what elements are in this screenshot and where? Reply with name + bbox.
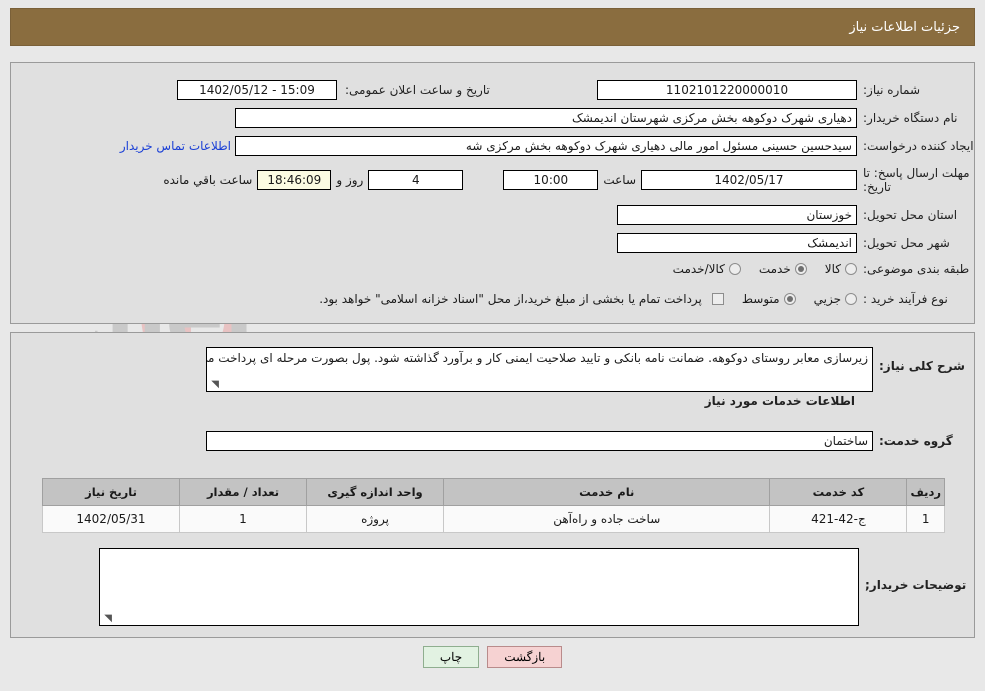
requester-field[interactable]: سیدحسین حسینی مسئول امور مالی دهیاری شهر… <box>235 136 857 156</box>
announce-datetime-label: تاریخ و ساعت اعلان عمومی: <box>345 83 490 97</box>
deadline-time-field[interactable]: 10:00 <box>503 170 599 190</box>
need-number-field[interactable]: 1102101220000010 <box>597 80 857 100</box>
need-number-row: شماره نیاز: 1102101220000010 تاریخ و ساع… <box>100 80 975 100</box>
page-title: جزئیات اطلاعات نیاز <box>849 19 960 35</box>
cell-service-code: ج-42-421 <box>769 505 908 533</box>
deadline-row: مهلت ارسال پاسخ: تا تاریخ: 1402/05/17 سا… <box>133 166 975 194</box>
services-section-caption: اطلاعات خدمات مورد نیاز <box>704 394 855 408</box>
page-header-bar: جزئیات اطلاعات نیاز <box>10 8 975 46</box>
general-description-textarea[interactable]: زیرسازی معابر روستای دوکوهه. ضمانت نامه … <box>206 347 873 392</box>
radio-icon-khedmat[interactable] <box>794 263 807 275</box>
classification-option-kala-khedmat-label: کالا/خدمت <box>672 262 725 276</box>
print-button[interactable]: چاپ <box>422 646 480 668</box>
classification-row: طبقه بندی موضوعی: کالا خدمت کالا/خدمت <box>540 262 975 276</box>
treasury-bonds-note: پرداخت تمام یا بخشی از مبلغ خرید،از محل … <box>319 292 702 306</box>
process-type-option-motavasset-label: متوسط <box>741 292 780 306</box>
services-table: ردیف کد خدمت نام خدمت واحد اندازه گیری ت… <box>42 478 945 533</box>
radio-icon-kala[interactable] <box>845 263 857 275</box>
general-description-label: شرح کلی نیاز: <box>879 359 965 373</box>
classification-option-khedmat-label: خدمت <box>758 262 791 276</box>
remaining-suffix-label: ساعت باقي مانده <box>163 173 253 187</box>
deadline-label-line1: مهلت ارسال پاسخ: تا <box>863 166 970 180</box>
resize-grip-icon[interactable]: ◥ <box>209 380 219 390</box>
radio-icon-kala-khedmat[interactable] <box>728 263 741 275</box>
footer-button-bar: بازگشت چاپ <box>0 646 985 668</box>
table-row[interactable]: 1 ج-42-421 ساخت جاده و راه‌آهن پروژه 1 1… <box>42 505 945 533</box>
classification-option-kala-label: کالا <box>824 262 841 276</box>
remaining-days-field[interactable]: 4 <box>368 170 464 190</box>
buyer-contact-link[interactable]: اطلاعات تماس خریدار <box>116 139 235 153</box>
col-unit: واحد اندازه گیری <box>306 478 444 506</box>
city-label: شهر محل تحویل: <box>863 236 950 250</box>
process-type-option-jozi[interactable]: جزیي <box>814 292 857 306</box>
cell-unit: پروژه <box>306 505 444 533</box>
process-type-radio-group: جزیي متوسط <box>724 292 857 306</box>
process-type-row: نوع فرآیند خرید : جزیي متوسط پرداخت تمام… <box>116 292 975 306</box>
general-description-value: زیرسازی معابر روستای دوکوهه. ضمانت نامه … <box>206 351 868 365</box>
col-need-date: تاریخ نیاز <box>42 478 180 506</box>
announce-datetime-field[interactable]: 15:09 - 1402/05/12 <box>177 80 337 100</box>
service-group-row: گروه خدمت: ساختمان <box>178 431 975 451</box>
treasury-bonds-checkbox[interactable] <box>711 293 724 305</box>
deadline-label: مهلت ارسال پاسخ: تا تاریخ: <box>857 166 975 194</box>
classification-option-kala[interactable]: کالا <box>825 262 857 276</box>
province-label: استان محل تحویل: <box>863 208 958 222</box>
classification-option-khedmat[interactable]: خدمت <box>759 262 807 276</box>
cell-quantity: 1 <box>179 505 307 533</box>
buyer-notes-textarea[interactable]: ◥ <box>99 548 859 626</box>
city-field[interactable]: اندیمشک <box>617 233 857 253</box>
col-quantity: تعداد / مقدار <box>179 478 307 506</box>
buyer-notes-row: توضیحات خریدار; ◥ <box>42 548 975 626</box>
city-row: شهر محل تحویل: اندیمشک <box>615 233 975 253</box>
buyer-org-field[interactable]: دهیاری شهرک دوکوهه بخش مرکزی شهرستان اند… <box>235 108 857 128</box>
back-button[interactable]: بازگشت <box>487 646 563 668</box>
process-type-option-motavasset[interactable]: متوسط <box>742 292 796 306</box>
radio-icon-motavasset[interactable] <box>783 293 796 305</box>
cell-need-date: 1402/05/31 <box>42 505 180 533</box>
radio-icon-jozi[interactable] <box>845 293 857 305</box>
remaining-days-word: روز و <box>336 173 364 187</box>
process-type-option-jozi-label: جزیي <box>813 292 841 306</box>
table-header-row: ردیف کد خدمت نام خدمت واحد اندازه گیری ت… <box>42 478 945 506</box>
col-service-code: کد خدمت <box>769 478 908 506</box>
buyer-org-row: نام دستگاه خریدار: دهیاری شهرک دوکوهه بخ… <box>232 108 975 128</box>
service-group-label: گروه خدمت: <box>879 434 953 448</box>
process-type-label: نوع فرآیند خرید : <box>863 292 948 306</box>
classification-option-kala-khedmat[interactable]: کالا/خدمت <box>673 262 741 276</box>
classification-radio-group: کالا خدمت کالا/خدمت <box>655 262 857 276</box>
province-row: استان محل تحویل: خوزستان <box>615 205 975 225</box>
remaining-clock-field: 18:46:09 <box>257 170 332 190</box>
col-service-name: نام خدمت <box>442 478 771 506</box>
resize-grip-icon-notes[interactable]: ◥ <box>102 614 112 624</box>
need-number-label: شماره نیاز: <box>863 83 920 97</box>
service-group-field[interactable]: ساختمان <box>206 431 873 451</box>
cell-row-no: 1 <box>906 505 945 533</box>
deadline-hour-word: ساعت <box>603 173 636 187</box>
buyer-notes-label: توضیحات خریدار; <box>865 578 967 592</box>
col-row-no: ردیف <box>906 478 945 506</box>
buyer-org-label: نام دستگاه خریدار: <box>863 111 958 125</box>
deadline-date-field[interactable]: 1402/05/17 <box>641 170 857 190</box>
general-description-row: شرح کلی نیاز: زیرسازی معابر روستای دوکوه… <box>178 347 975 392</box>
deadline-label-line2: تاریخ: <box>863 180 891 194</box>
requester-row: ایجاد کننده درخواست: سیدحسین حسینی مسئول… <box>113 136 975 156</box>
province-field[interactable]: خوزستان <box>617 205 857 225</box>
cell-service-name: ساخت جاده و راه‌آهن <box>442 505 771 533</box>
requester-label: ایجاد کننده درخواست: <box>863 139 974 153</box>
classification-label: طبقه بندی موضوعی: <box>863 262 970 276</box>
